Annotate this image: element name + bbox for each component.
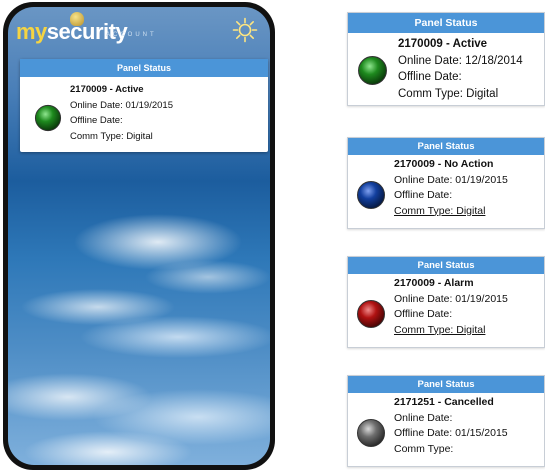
offline-date: Offline Date: [398,71,462,83]
online-date: Online Date: 01/19/2015 [394,292,508,305]
card-header: Panel Status [348,138,544,155]
panel-info: 2170009 - Alarm Online Date: 01/19/2015 … [394,276,508,338]
panel-title: 2170009 - No Action [394,158,494,170]
offline-date: Offline Date: 01/15/2015 [394,427,508,439]
status-indicator-icon [357,300,385,328]
status-indicator-icon [358,56,387,85]
online-date: Online Date: 12/18/2014 [398,54,523,67]
comm-type: Comm Type: Digital [394,323,486,336]
online-date: Online Date: 01/19/2015 [70,99,173,111]
panel-status-card-alarm[interactable]: Panel Status 2170009 - Alarm Online Date… [347,256,545,348]
panel-info: 2171251 - Cancelled Online Date: Offline… [394,395,508,457]
panel-info: 2170009 - Active Online Date: 12/18/2014… [398,36,523,102]
panel-status-card-no-action[interactable]: Panel Status 2170009 - No Action Online … [347,137,545,229]
card-header: Panel Status [20,59,268,77]
card-header: Panel Status [348,257,544,274]
panel-title: 2170009 - Alarm [394,277,474,289]
card-header: Panel Status [348,13,544,33]
status-indicator-icon [34,104,62,132]
panel-status-card[interactable]: Panel Status 2170009 - Active Online Dat… [20,59,268,152]
offline-date: Offline Date: [394,189,453,201]
offline-date: Offline Date: [394,308,453,320]
panel-title: 2170009 - Active [70,84,144,95]
card-header: Panel Status [348,376,544,393]
comm-type: Comm Type: Digital [70,130,153,142]
panel-status-card-cancelled[interactable]: Panel Status 2171251 - Cancelled Online … [347,375,545,467]
online-date: Online Date: [394,411,453,424]
sun-icon[interactable] [232,17,258,43]
status-indicator-icon [357,419,385,447]
logo-tagline: ACCOUNT [106,32,157,38]
status-indicator-icon [357,181,385,209]
panel-info: 2170009 - No Action Online Date: 01/19/2… [394,157,508,219]
online-date: Online Date: 01/19/2015 [394,173,508,186]
panel-title: 2170009 - Active [398,38,488,50]
comm-type: Comm Type: Digital [394,204,486,217]
panel-status-card-active[interactable]: Panel Status 2170009 - Active Online Dat… [347,12,545,106]
app-header: mysecurity ACCOUNT [8,7,270,53]
comm-type: Comm Type: Digital [398,87,499,100]
app-screen: mysecurity ACCOUNT Panel Status 2170009 … [8,7,270,465]
offline-date: Offline Date: [70,115,123,126]
panel-title: 2171251 - Cancelled [394,396,494,408]
panel-info: 2170009 - Active Online Date: 01/19/2015… [70,82,173,144]
phone-frame: mysecurity ACCOUNT Panel Status 2170009 … [3,2,275,470]
comm-type: Comm Type: [394,442,454,455]
